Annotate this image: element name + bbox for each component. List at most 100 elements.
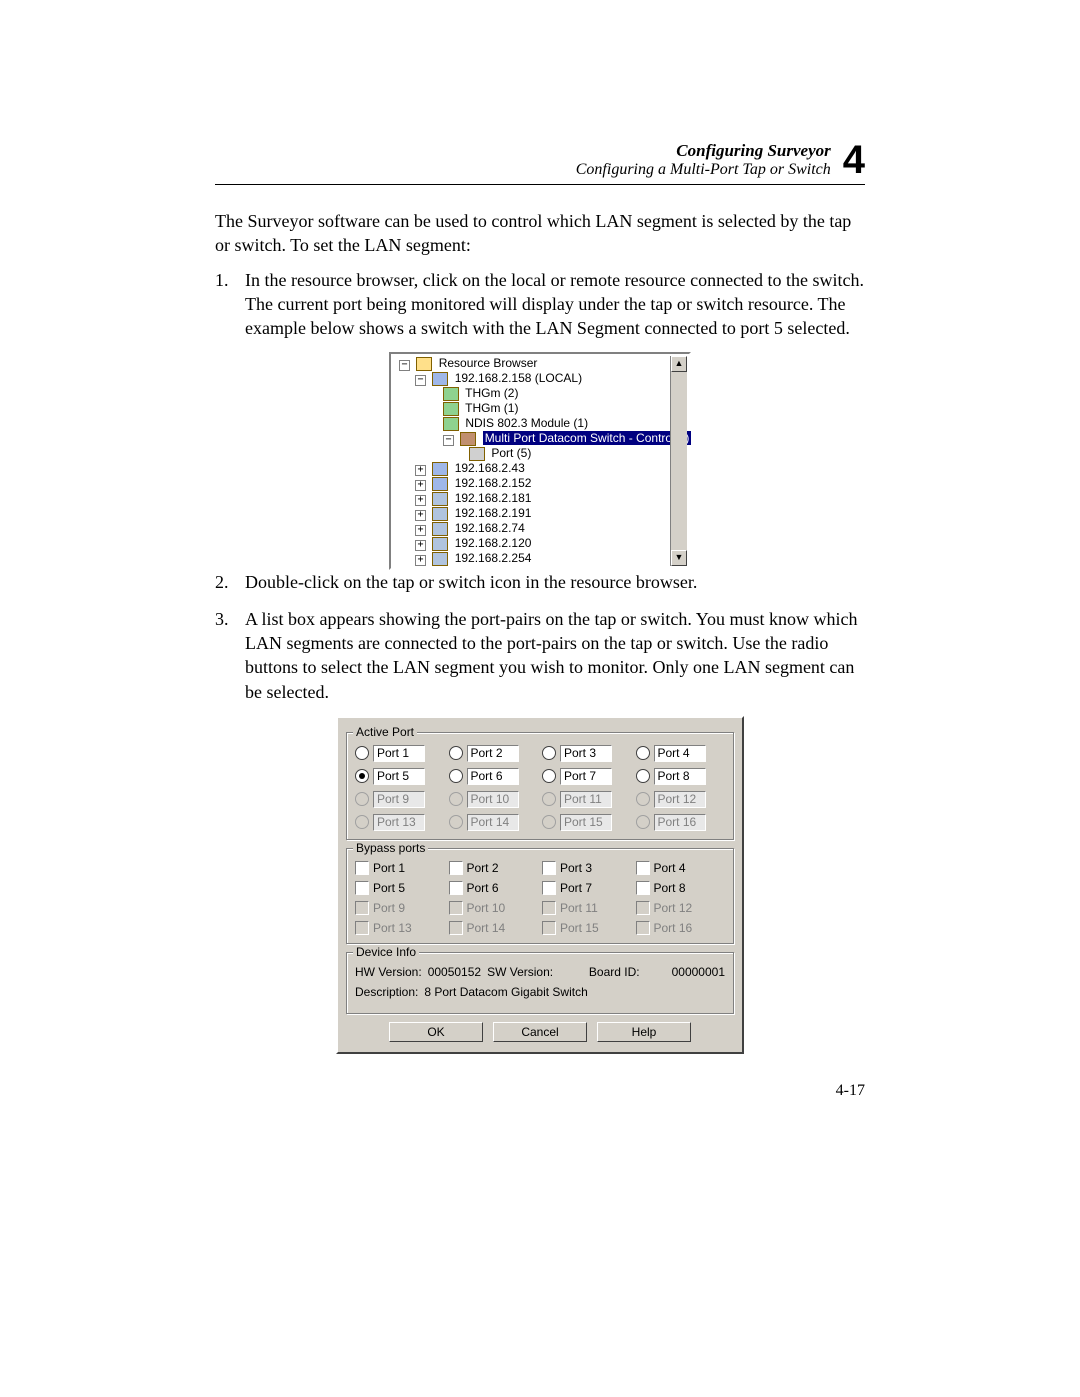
tree-switch[interactable]: − Multi Port Datacom Switch - Control(1) [397,431,687,446]
scroll-down-button[interactable]: ▼ [671,550,687,566]
group-legend: Active Port [353,725,417,739]
checkbox-icon[interactable] [636,861,650,875]
bypass-port-option[interactable]: Port 3 [542,861,632,875]
module-icon [443,417,459,431]
tree-local-host[interactable]: − 192.168.2.158 (LOCAL) [397,371,687,386]
bypass-port-option[interactable]: Port 6 [449,881,539,895]
dialog-buttons: OK Cancel Help [346,1022,734,1042]
tree-module[interactable]: NDIS 802.3 Module (1) [397,416,687,431]
radio-icon[interactable] [449,746,463,760]
expander-icon[interactable]: − [443,435,454,446]
scrollbar[interactable]: ▲ ▼ [670,356,687,566]
expander-icon[interactable]: + [415,525,426,536]
tree-host[interactable]: + 192.168.2.254 [397,551,687,566]
intro-paragraph: The Surveyor software can be used to con… [215,209,865,258]
port-icon [469,447,485,461]
tree-label: THGm (1) [465,401,518,415]
port-label: Port 8 [654,881,686,895]
checkbox-icon[interactable] [355,861,369,875]
checkbox-icon[interactable] [542,861,556,875]
port-label: Port 7 [560,881,592,895]
port-label: Port 12 [654,901,693,915]
active-port-option[interactable]: Port 3 [542,745,632,762]
radio-icon[interactable] [636,746,650,760]
hw-version-label: HW Version: [355,965,422,979]
port-label: Port 15 [560,921,599,935]
ok-button[interactable]: OK [389,1022,483,1042]
active-port-option[interactable]: Port 5 [355,768,445,785]
bypass-port-option[interactable]: Port 4 [636,861,726,875]
remote-icon [432,507,448,521]
tree-host[interactable]: + 192.168.2.152 [397,476,687,491]
radio-icon[interactable] [636,769,650,783]
header-title: Configuring Surveyor [676,141,830,161]
port-label: Port 10 [467,791,519,808]
help-button[interactable]: Help [597,1022,691,1042]
radio-icon [449,792,463,806]
expander-icon[interactable]: + [415,540,426,551]
bypass-port-option: Port 15 [542,921,632,935]
bypass-port-option[interactable]: Port 8 [636,881,726,895]
tree-host[interactable]: + 192.168.2.74 [397,521,687,536]
expander-icon[interactable]: + [415,495,426,506]
step-2: Double-click on the tap or switch icon i… [215,570,865,594]
tree-port[interactable]: Port (5) [397,446,687,461]
nic-icon [443,402,459,416]
tree-host[interactable]: + 192.168.2.181 [397,491,687,506]
tree-nic[interactable]: THGm (1) [397,401,687,416]
port-label: Port 14 [467,921,506,935]
tree-root[interactable]: − Resource Browser [397,356,687,371]
tree-label: 192.168.2.254 [455,551,532,565]
bypass-port-option[interactable]: Port 2 [449,861,539,875]
tree-label: 192.168.2.74 [455,521,525,535]
port-dialog: Active Port Port 1Port 2Port 3Port 4Port… [336,716,744,1054]
checkbox-icon [636,921,650,935]
expander-icon[interactable]: + [415,480,426,491]
tree-host[interactable]: + 192.168.2.43 [397,461,687,476]
radio-icon [542,792,556,806]
checkbox-icon[interactable] [449,881,463,895]
port-label: Port 1 [373,745,425,762]
checkbox-icon[interactable] [449,861,463,875]
radio-icon[interactable] [542,769,556,783]
radio-icon [636,815,650,829]
tree-nic[interactable]: THGm (2) [397,386,687,401]
expander-icon[interactable]: + [415,510,426,521]
host-icon [432,462,448,476]
port-label: Port 16 [654,921,693,935]
active-port-option[interactable]: Port 4 [636,745,726,762]
tree-host[interactable]: + 192.168.2.191 [397,506,687,521]
header-rule [215,184,865,185]
bypass-port-option[interactable]: Port 5 [355,881,445,895]
radio-icon[interactable] [355,746,369,760]
radio-icon[interactable] [449,769,463,783]
active-port-option[interactable]: Port 7 [542,768,632,785]
active-port-option[interactable]: Port 6 [449,768,539,785]
active-port-option[interactable]: Port 2 [449,745,539,762]
scroll-up-button[interactable]: ▲ [671,356,687,372]
tree-host[interactable]: + 192.168.2.120 [397,536,687,551]
cancel-button[interactable]: Cancel [493,1022,587,1042]
radio-icon[interactable] [542,746,556,760]
checkbox-icon[interactable] [355,881,369,895]
active-port-option[interactable]: Port 1 [355,745,445,762]
bypass-port-option[interactable]: Port 7 [542,881,632,895]
bypass-port-option: Port 11 [542,901,632,915]
expander-icon[interactable]: − [415,375,426,386]
tree-label: 192.168.2.181 [455,491,532,505]
radio-icon [355,792,369,806]
tree-label: Resource Browser [439,356,538,370]
expander-icon[interactable]: − [399,360,410,371]
radio-icon[interactable] [355,769,369,783]
active-port-option[interactable]: Port 8 [636,768,726,785]
expander-icon[interactable]: + [415,465,426,476]
checkbox-icon[interactable] [542,881,556,895]
radio-icon [636,792,650,806]
checkbox-icon[interactable] [636,881,650,895]
resource-browser-panel: ▲ ▼ − Resource Browser − 192.168.2.158 (… [389,352,691,570]
host-icon [432,372,448,386]
expander-icon[interactable]: + [415,555,426,566]
bypass-port-option[interactable]: Port 1 [355,861,445,875]
port-label: Port 8 [654,768,706,785]
tree-label: Port (5) [491,446,531,460]
